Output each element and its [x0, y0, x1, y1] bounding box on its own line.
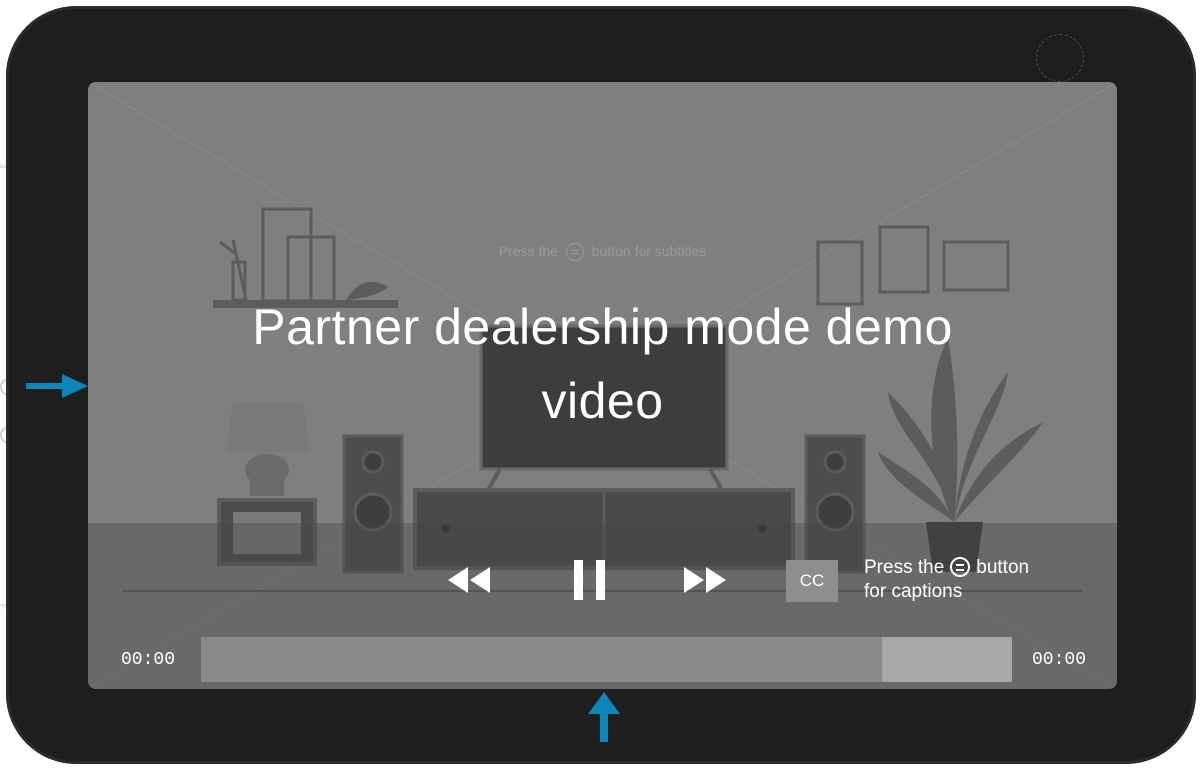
total-time: 00:00: [1032, 650, 1087, 670]
progress-bar[interactable]: [201, 637, 1012, 682]
menu-button-icon: [950, 557, 971, 577]
stage: Press the button for subtitles Partner d…: [0, 0, 1200, 768]
closed-captions-button[interactable]: CC: [786, 560, 838, 602]
captions-hint-text-end: button: [976, 557, 1030, 578]
fast-forward-button[interactable]: [678, 559, 730, 601]
annotation-arrow-up: [588, 692, 620, 742]
rewind-icon: [448, 567, 490, 593]
subtitle-hint-text-end: button for subtitles: [591, 243, 707, 259]
menu-button-icon: [565, 243, 584, 262]
captions-hint-text-start: Press the: [864, 557, 945, 578]
fast-forward-icon: [684, 567, 726, 593]
subtitle-hint-text-start: Press the: [498, 243, 558, 259]
progress-fill: [201, 637, 883, 682]
video-player[interactable]: Press the button for subtitles Partner d…: [88, 82, 1117, 689]
video-title: Partner dealership mode demo video: [252, 299, 953, 429]
rewind-button[interactable]: [444, 559, 496, 601]
pause-icon: [574, 560, 605, 600]
captions-hint-line2: for captions: [864, 581, 963, 602]
current-time: 00:00: [121, 650, 176, 670]
annotation-arrow-right: [26, 374, 88, 398]
pause-button[interactable]: [570, 556, 610, 604]
subtitle-hint: Press the button for subtitles: [88, 243, 1117, 262]
camera-icon: [1036, 34, 1084, 82]
captions-hint: Press the button for captions: [864, 556, 1104, 604]
